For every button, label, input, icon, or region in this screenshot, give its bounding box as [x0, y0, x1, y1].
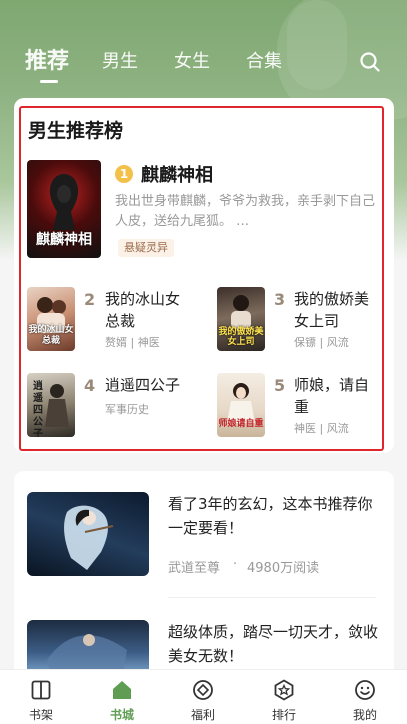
book-tags: 神医 | 风流 [294, 422, 349, 435]
rank-number: 4 [84, 376, 96, 395]
nav-label: 书架 [28, 708, 53, 722]
rank-number: 2 [84, 290, 96, 309]
nav-label: 书城 [109, 708, 134, 722]
bookshelf-icon [31, 680, 51, 700]
book-title[interactable]: 逍遥四公子 [105, 374, 215, 396]
book-tags: 赘婿 | 神医 [105, 336, 160, 349]
book-cover-3[interactable]: 我的傲娇美女上司 [217, 287, 265, 351]
bookstore-icon [113, 681, 131, 699]
top-book-title[interactable]: 麒麟神相 [141, 161, 213, 187]
book-title[interactable]: 我的冰山女总裁 [105, 288, 193, 332]
rank-number: 3 [274, 290, 286, 309]
search-icon[interactable] [358, 50, 382, 74]
cover-text: 我的傲娇美女上司 [218, 327, 264, 347]
book-tags: 军事历史 [105, 403, 149, 416]
top-book-description: 我出世身带麒麟，爷爷为救我，亲手剥下自己人皮，送给九尾狐。 … [115, 194, 376, 229]
nav-bookshelf[interactable]: 书架 [11, 670, 71, 724]
welfare-icon [193, 680, 213, 700]
ranking-title: 男生推荐榜 [28, 120, 124, 142]
tab-female[interactable]: 女生 [174, 40, 210, 84]
tab-male[interactable]: 男生 [102, 40, 138, 84]
cover-text: 师娘请自重 [218, 419, 264, 429]
nav-label: 福利 [190, 708, 215, 722]
bottom-navigation: 书架 书城 福利 排行 我的 [0, 669, 407, 724]
nav-label: 我的 [352, 708, 377, 722]
article-title[interactable]: 看了3年的玄幻，这本书推荐你一定要看！ [168, 492, 378, 540]
book-cover-4[interactable]: 逍遥四公子 [27, 373, 75, 437]
genre-tag[interactable]: 悬疑灵异 [118, 239, 174, 257]
cover-text: 逍遥四公子 [33, 381, 43, 437]
tab-recommend[interactable]: 推荐 [25, 40, 69, 84]
article-read-count: 4980万阅读 [247, 561, 320, 576]
rank-number: 5 [274, 376, 286, 395]
rank-badge: 1 [115, 165, 133, 183]
book-cover-5[interactable]: 师娘请自重 [217, 373, 265, 437]
ranking-icon [274, 679, 294, 701]
top-tab-bar: 推荐 男生 女生 合集 [0, 40, 407, 84]
active-tab-indicator [40, 80, 58, 83]
article-book-name[interactable]: 武道至尊 [168, 557, 220, 576]
article-title[interactable]: 超级体质，踏尽一切天才，敛收美女无数！ [168, 620, 378, 668]
nav-welfare[interactable]: 福利 [173, 670, 233, 724]
tab-collection[interactable]: 合集 [246, 40, 282, 84]
nav-profile[interactable]: 我的 [335, 670, 395, 724]
profile-icon [355, 680, 375, 700]
article-image-2[interactable] [27, 620, 149, 674]
article-image-1[interactable] [27, 492, 149, 576]
book-cover-1[interactable]: 麒麟神相 [27, 160, 101, 258]
book-title[interactable]: 我的傲娇美女上司 [294, 288, 378, 332]
nav-bookstore[interactable]: 书城 [92, 670, 152, 724]
book-title[interactable]: 师娘，请自重 [294, 374, 378, 418]
book-tags: 保镖 | 风流 [294, 336, 349, 349]
cover-text: 麒麟神相 [36, 232, 92, 248]
book-cover-2[interactable]: 我的冰山女总裁 [27, 287, 75, 351]
divider [168, 597, 376, 598]
nav-label: 排行 [271, 708, 296, 722]
meta-separator: · [233, 557, 238, 572]
nav-ranking[interactable]: 排行 [254, 670, 314, 724]
cover-text: 我的冰山女总裁 [28, 325, 74, 346]
